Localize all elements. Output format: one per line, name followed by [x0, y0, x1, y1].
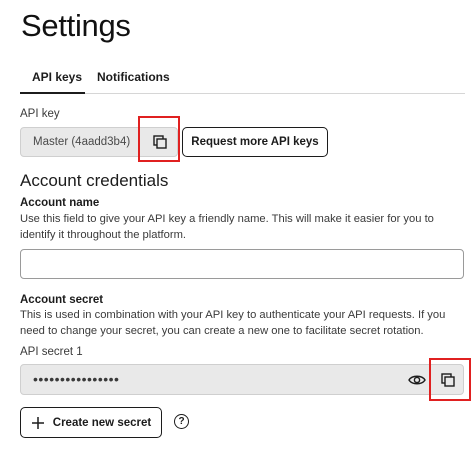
request-more-api-keys-button[interactable]: Request more API keys	[182, 127, 328, 157]
account-secret-label: Account secret	[20, 294, 104, 306]
page-title: Settings	[21, 8, 131, 43]
account-secret-description: This is used in combination with your AP…	[20, 309, 446, 337]
tab-bar: API keys Notifications	[20, 60, 465, 94]
api-secret-label: API secret 1	[20, 346, 83, 358]
account-name-label: Account name	[20, 197, 100, 209]
api-key-value: Master (4aadd3b4)	[33, 136, 131, 148]
question-circle-icon[interactable]: ?	[174, 414, 189, 429]
active-tab-indicator	[20, 92, 85, 94]
copy-api-key-highlight	[138, 116, 180, 162]
account-credentials-heading: Account credentials	[20, 171, 169, 190]
account-name-description: Use this field to give your API key a fr…	[20, 213, 434, 241]
api-key-label: API key	[20, 108, 60, 120]
plus-icon	[31, 416, 44, 429]
create-new-secret-button[interactable]: Create new secret	[20, 407, 162, 438]
create-new-secret-label: Create new secret	[52, 416, 152, 429]
copy-api-secret-highlight	[429, 358, 471, 401]
api-secret-field[interactable]: ••••••••••••••••	[20, 364, 464, 395]
account-name-input[interactable]	[20, 249, 464, 279]
eye-icon[interactable]	[408, 373, 426, 387]
tab-notifications[interactable]: Notifications	[97, 70, 170, 84]
api-secret-masked-value: ••••••••••••••••	[33, 371, 120, 387]
tab-api-keys[interactable]: API keys	[32, 70, 82, 84]
